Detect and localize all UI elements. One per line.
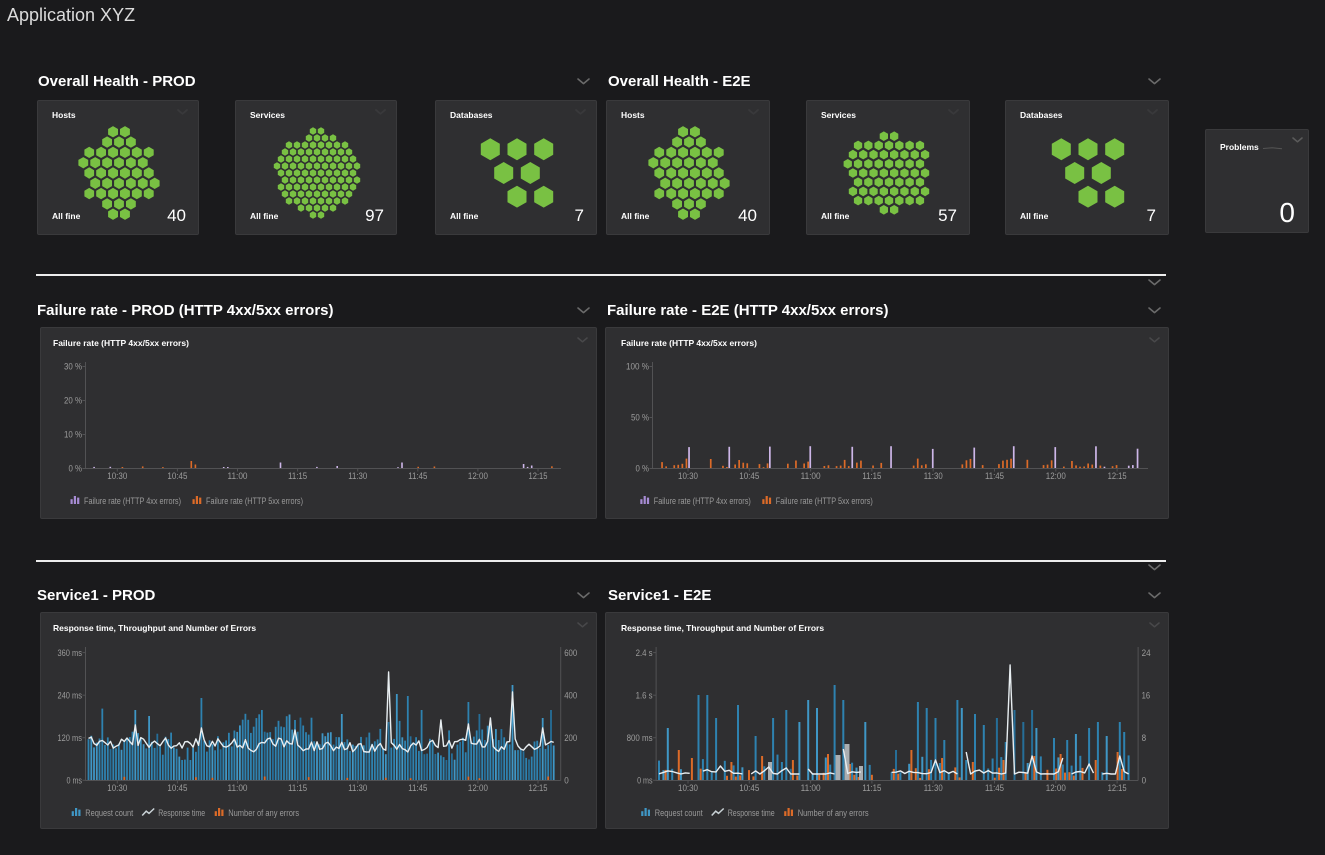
svg-text:Failure rate (HTTP 5xx errors): Failure rate (HTTP 5xx errors) — [776, 496, 873, 506]
svg-text:600: 600 — [564, 648, 577, 658]
svg-text:Request count: Request count — [85, 808, 133, 818]
svg-text:0: 0 — [564, 776, 569, 786]
svg-text:2.4 s: 2.4 s — [636, 648, 653, 658]
svg-text:Failure rate (HTTP 4xx errors): Failure rate (HTTP 4xx errors) — [654, 496, 751, 506]
svg-text:1.6 s: 1.6 s — [636, 690, 653, 700]
svg-text:12:15: 12:15 — [529, 471, 548, 481]
svg-text:12:00: 12:00 — [1046, 471, 1066, 481]
svg-text:10 %: 10 % — [64, 430, 82, 440]
svg-text:12:15: 12:15 — [529, 783, 548, 793]
svg-text:0 ms: 0 ms — [637, 776, 653, 786]
svg-text:400: 400 — [564, 690, 577, 700]
svg-text:11:45: 11:45 — [408, 471, 427, 481]
svg-text:0 %: 0 % — [69, 464, 83, 474]
svg-text:11:15: 11:15 — [862, 783, 881, 793]
svg-text:11:00: 11:00 — [801, 783, 821, 793]
svg-text:11:00: 11:00 — [228, 471, 248, 481]
svg-text:10:30: 10:30 — [107, 783, 127, 793]
svg-text:12:00: 12:00 — [468, 471, 488, 481]
svg-text:30 %: 30 % — [64, 362, 82, 372]
svg-text:50 %: 50 % — [631, 413, 649, 423]
svg-text:Failure rate (HTTP 5xx errors): Failure rate (HTTP 5xx errors) — [206, 496, 303, 506]
svg-text:100 %: 100 % — [626, 362, 649, 372]
svg-text:11:30: 11:30 — [924, 471, 943, 481]
svg-text:Failure rate (HTTP 4xx errors): Failure rate (HTTP 4xx errors) — [84, 496, 181, 506]
svg-text:0 ms: 0 ms — [67, 776, 83, 786]
svg-text:10:30: 10:30 — [678, 471, 698, 481]
svg-text:11:30: 11:30 — [348, 783, 367, 793]
svg-text:10:45: 10:45 — [739, 471, 759, 481]
svg-text:Number of any errors: Number of any errors — [228, 808, 299, 818]
svg-text:16: 16 — [1142, 690, 1151, 700]
svg-text:11:00: 11:00 — [801, 471, 821, 481]
svg-text:11:00: 11:00 — [228, 783, 248, 793]
svg-text:12:00: 12:00 — [468, 783, 488, 793]
svg-text:12:00: 12:00 — [1046, 783, 1066, 793]
svg-text:24: 24 — [1142, 648, 1151, 658]
svg-text:11:15: 11:15 — [288, 471, 307, 481]
svg-text:Number of any errors: Number of any errors — [798, 808, 869, 818]
svg-text:200: 200 — [564, 733, 577, 743]
svg-text:0: 0 — [1142, 776, 1147, 786]
svg-text:20 %: 20 % — [64, 396, 82, 406]
svg-text:10:30: 10:30 — [107, 471, 127, 481]
svg-text:10:45: 10:45 — [739, 783, 759, 793]
svg-text:11:30: 11:30 — [348, 471, 367, 481]
svg-text:Response time: Response time — [728, 808, 775, 818]
svg-text:10:30: 10:30 — [678, 783, 698, 793]
svg-text:8: 8 — [1142, 733, 1147, 743]
svg-text:Request count: Request count — [655, 808, 703, 818]
svg-text:360 ms: 360 ms — [58, 648, 83, 658]
svg-text:11:15: 11:15 — [288, 783, 307, 793]
svg-text:Response time: Response time — [158, 808, 205, 818]
svg-text:11:45: 11:45 — [985, 783, 1004, 793]
svg-text:12:15: 12:15 — [1108, 471, 1127, 481]
svg-text:11:45: 11:45 — [408, 783, 427, 793]
svg-text:0 %: 0 % — [636, 464, 650, 474]
svg-text:10:45: 10:45 — [167, 471, 187, 481]
svg-text:11:30: 11:30 — [924, 783, 943, 793]
svg-text:10:45: 10:45 — [167, 783, 187, 793]
svg-text:12:15: 12:15 — [1108, 783, 1127, 793]
svg-text:11:15: 11:15 — [862, 471, 881, 481]
svg-text:800 ms: 800 ms — [627, 733, 653, 743]
svg-text:11:45: 11:45 — [985, 471, 1004, 481]
svg-text:120 ms: 120 ms — [58, 733, 83, 743]
svg-text:240 ms: 240 ms — [58, 690, 83, 700]
